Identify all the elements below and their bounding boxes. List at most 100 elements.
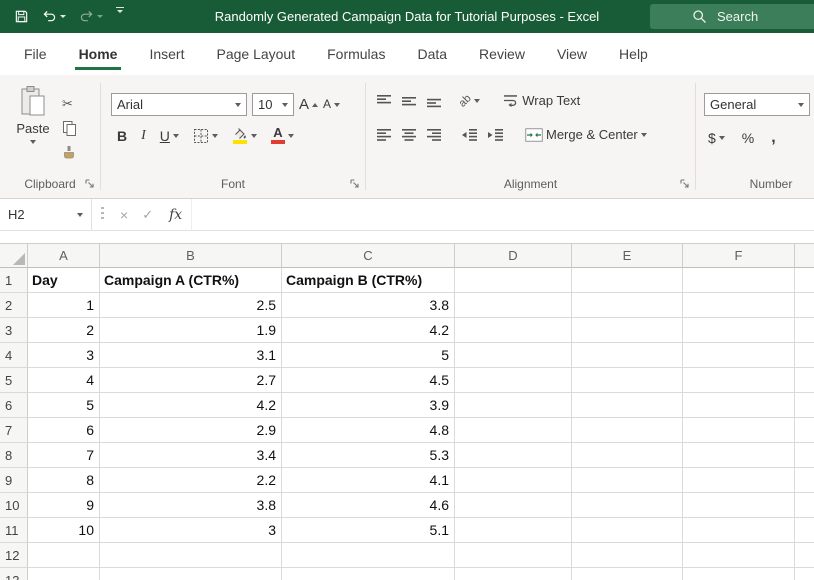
decrease-font-size-button[interactable]: A — [323, 97, 340, 112]
font-dialog-launcher[interactable] — [349, 178, 361, 190]
cell-C10[interactable]: 4.6 — [282, 493, 455, 518]
row-header-13[interactable]: 13 — [0, 568, 28, 580]
cell-B4[interactable]: 3.1 — [100, 343, 282, 368]
cell-E8[interactable] — [572, 443, 683, 468]
tab-data[interactable]: Data — [401, 33, 463, 75]
cell-F9[interactable] — [683, 468, 795, 493]
cell-D10[interactable] — [455, 493, 572, 518]
row-header-6[interactable]: 6 — [0, 393, 28, 418]
cell-E12[interactable] — [572, 543, 683, 568]
cell-C8[interactable]: 5.3 — [282, 443, 455, 468]
row-header-4[interactable]: 4 — [0, 343, 28, 368]
percent-style-button[interactable]: % — [742, 130, 754, 146]
cell-A12[interactable] — [28, 543, 100, 568]
bold-button[interactable]: B — [117, 128, 127, 144]
middle-align-button[interactable] — [401, 94, 417, 108]
column-header-D[interactable]: D — [455, 244, 572, 268]
italic-button[interactable]: I — [141, 128, 146, 144]
column-header-A[interactable]: A — [28, 244, 100, 268]
wrap-text-button[interactable]: Wrap Text — [503, 93, 580, 108]
cell-B2[interactable]: 2.5 — [100, 293, 282, 318]
increase-indent-button[interactable] — [487, 128, 504, 142]
cell-B10[interactable]: 3.8 — [100, 493, 282, 518]
align-right-button[interactable] — [426, 128, 442, 142]
cell-A6[interactable]: 5 — [28, 393, 100, 418]
tab-insert[interactable]: Insert — [133, 33, 200, 75]
cell-C11[interactable]: 5.1 — [282, 518, 455, 543]
cell-F13[interactable] — [683, 568, 795, 580]
formula-input[interactable] — [191, 199, 814, 230]
borders-button[interactable] — [193, 128, 218, 144]
row-header-10[interactable]: 10 — [0, 493, 28, 518]
cell-B1[interactable]: Campaign A (CTR%) — [100, 268, 282, 293]
cell-D7[interactable] — [455, 418, 572, 443]
cell-F8[interactable] — [683, 443, 795, 468]
cell-E7[interactable] — [572, 418, 683, 443]
cell-E13[interactable] — [572, 568, 683, 580]
cell-C1[interactable]: Campaign B (CTR%) — [282, 268, 455, 293]
column-header-F[interactable]: F — [683, 244, 795, 268]
row-header-11[interactable]: 11 — [0, 518, 28, 543]
cell-B8[interactable]: 3.4 — [100, 443, 282, 468]
cell-A2[interactable]: 1 — [28, 293, 100, 318]
customize-quick-access-button[interactable] — [116, 7, 124, 27]
cell-A7[interactable]: 6 — [28, 418, 100, 443]
cell-D1[interactable] — [455, 268, 572, 293]
tab-home[interactable]: Home — [63, 33, 134, 75]
number-format-select[interactable]: General — [704, 93, 810, 116]
cell-D2[interactable] — [455, 293, 572, 318]
bottom-align-button[interactable] — [426, 94, 442, 108]
clipboard-dialog-launcher[interactable] — [84, 178, 96, 190]
cell-F6[interactable] — [683, 393, 795, 418]
cell-F5[interactable] — [683, 368, 795, 393]
alignment-dialog-launcher[interactable] — [679, 178, 691, 190]
cell-E6[interactable] — [572, 393, 683, 418]
fill-color-button[interactable] — [232, 127, 257, 144]
cell-A8[interactable]: 7 — [28, 443, 100, 468]
cell-C2[interactable]: 3.8 — [282, 293, 455, 318]
comma-style-button[interactable]: , — [771, 129, 775, 147]
select-all-button[interactable] — [0, 244, 28, 268]
column-header-B[interactable]: B — [100, 244, 282, 268]
accounting-format-button[interactable]: $ — [708, 130, 725, 146]
orientation-button[interactable]: ab — [459, 95, 480, 107]
cell-D12[interactable] — [455, 543, 572, 568]
cell-A11[interactable]: 10 — [28, 518, 100, 543]
cell-E1[interactable] — [572, 268, 683, 293]
merge-center-button[interactable]: Merge & Center — [525, 127, 647, 142]
cell-C5[interactable]: 4.5 — [282, 368, 455, 393]
cell-C3[interactable]: 4.2 — [282, 318, 455, 343]
column-header-E[interactable]: E — [572, 244, 683, 268]
row-header-5[interactable]: 5 — [0, 368, 28, 393]
search-box[interactable]: Search — [650, 4, 814, 29]
cell-F12[interactable] — [683, 543, 795, 568]
enter-button[interactable]: ✓ — [142, 207, 153, 223]
cell-B5[interactable]: 2.7 — [100, 368, 282, 393]
cell-A4[interactable]: 3 — [28, 343, 100, 368]
cell-A3[interactable]: 2 — [28, 318, 100, 343]
row-header-2[interactable]: 2 — [0, 293, 28, 318]
cell-D6[interactable] — [455, 393, 572, 418]
underline-button[interactable]: U — [160, 128, 179, 144]
row-header-1[interactable]: 1 — [0, 268, 28, 293]
cell-D4[interactable] — [455, 343, 572, 368]
cell-E10[interactable] — [572, 493, 683, 518]
tab-help[interactable]: Help — [603, 33, 664, 75]
decrease-indent-button[interactable] — [461, 128, 478, 142]
cell-F2[interactable] — [683, 293, 795, 318]
cell-D9[interactable] — [455, 468, 572, 493]
cell-E2[interactable] — [572, 293, 683, 318]
name-box[interactable]: H2 — [0, 199, 92, 230]
cell-A1[interactable]: Day — [28, 268, 100, 293]
cell-A10[interactable]: 9 — [28, 493, 100, 518]
copy-button[interactable] — [62, 120, 77, 136]
cell-F11[interactable] — [683, 518, 795, 543]
cell-F3[interactable] — [683, 318, 795, 343]
cell-A13[interactable] — [28, 568, 100, 580]
undo-button[interactable] — [42, 7, 66, 27]
cell-D13[interactable] — [455, 568, 572, 580]
cell-C13[interactable] — [282, 568, 455, 580]
cell-F7[interactable] — [683, 418, 795, 443]
row-header-12[interactable]: 12 — [0, 543, 28, 568]
cell-C12[interactable] — [282, 543, 455, 568]
